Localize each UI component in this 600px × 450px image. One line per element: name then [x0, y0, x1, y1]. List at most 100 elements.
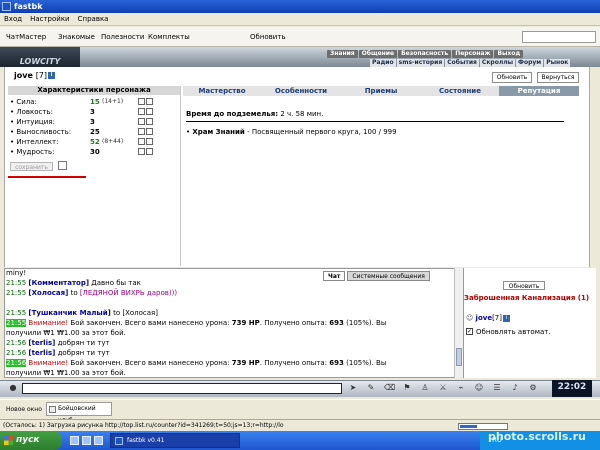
- divider: [186, 121, 564, 122]
- scroll-thumb[interactable]: [456, 348, 462, 366]
- chat-text: 739 HP: [231, 359, 260, 367]
- utilities-button[interactable]: Полезности: [101, 33, 144, 41]
- tab-mastery[interactable]: Мастерство: [183, 86, 261, 96]
- map-icon[interactable]: ⚑: [402, 383, 412, 393]
- smile-icon[interactable]: ☺: [474, 383, 484, 393]
- menu-settings[interactable]: Настройки: [26, 13, 74, 25]
- menu-login[interactable]: Вход: [0, 13, 26, 25]
- windows-logo-icon: [4, 436, 13, 445]
- chat-text: 693: [329, 359, 344, 367]
- tab-features[interactable]: Особенности: [261, 86, 341, 96]
- tab-techniques[interactable]: Приемы: [341, 86, 421, 96]
- nav-communication[interactable]: Общение: [358, 50, 398, 58]
- game-nav-top: Знания Общение Безопасность Персонаж Выход: [327, 49, 524, 58]
- progress-fill: [460, 425, 477, 428]
- tab-reputation[interactable]: Репутация: [499, 86, 579, 96]
- address-field[interactable]: [522, 31, 596, 43]
- stat-stepper[interactable]: [138, 108, 156, 115]
- stat-stepper[interactable]: [138, 148, 156, 155]
- game-logo: LOWCITY: [0, 47, 80, 67]
- walk-icon[interactable]: ♙: [420, 383, 430, 393]
- save-checkbox[interactable]: [58, 161, 67, 170]
- quicklaunch-icon[interactable]: [70, 436, 79, 445]
- nav-exit[interactable]: Выход: [494, 50, 524, 58]
- nav-character[interactable]: Персонаж: [452, 50, 494, 58]
- quest-line: • Храм Знаний - Посвященный первого круг…: [186, 128, 397, 136]
- chat-log: miny! 21:55 [Комментатор] Давно бы так 21:…: [6, 268, 454, 378]
- circle-icon[interactable]: ●: [8, 383, 18, 393]
- menu-help[interactable]: Справка: [74, 13, 113, 25]
- filter-icon[interactable]: ⌁: [456, 383, 466, 393]
- stat-stepper[interactable]: [138, 118, 156, 125]
- back-button[interactable]: Вернуться: [537, 72, 579, 83]
- info-icon[interactable]: i: [48, 72, 56, 79]
- nav-events[interactable]: События: [445, 59, 479, 67]
- location-title: Заброшенная Канализация (1): [464, 294, 590, 302]
- clear-icon[interactable]: ⌫: [384, 383, 395, 393]
- app-icon: [115, 437, 123, 445]
- nav-security[interactable]: Безопасность: [398, 50, 452, 58]
- tab-state[interactable]: Состояние: [421, 86, 499, 96]
- game-clock: 22:02: [552, 380, 592, 397]
- save-button[interactable]: сохранить: [10, 162, 53, 171]
- chat-user[interactable]: [Холосая]: [28, 289, 68, 297]
- tab-chat[interactable]: Чат: [323, 271, 346, 281]
- nav-knowledge[interactable]: Знания: [327, 50, 358, 58]
- chat-line: 21:56 [terlis] добрян ти тут: [6, 338, 110, 348]
- window-titlebar: fastbk: [0, 0, 600, 13]
- chat-text: Бой закончен. Всего вами нанесено урона:: [68, 319, 232, 327]
- nav-scrolls[interactable]: Скроллы: [479, 59, 516, 67]
- chat-input[interactable]: [22, 383, 342, 394]
- chat-text: (105%). Вы: [343, 359, 387, 367]
- chat-tabs: Чат Системные сообщения: [323, 271, 432, 281]
- chat-user[interactable]: [Тушканчик Малый]: [28, 309, 110, 317]
- sets-button[interactable]: Комплекты: [148, 33, 190, 41]
- taskbar-task[interactable]: fastbk v0.41: [110, 433, 240, 448]
- chat-scrollbar[interactable]: [454, 268, 463, 378]
- stat-stepper[interactable]: [138, 138, 156, 145]
- chat-text: Внимание!: [28, 359, 69, 367]
- start-button[interactable]: пуск: [0, 431, 62, 450]
- nav-sms[interactable]: sms-история: [396, 59, 445, 67]
- chat-user[interactable]: [terlis]: [28, 339, 55, 347]
- nav-radio[interactable]: Радио: [370, 59, 396, 67]
- chat-line: получили ₩1 ₩1.00 за этот бой.: [6, 328, 126, 338]
- stat-stepper[interactable]: [138, 128, 156, 135]
- chat-line: 21:55 [Тушканчик Малый] to [Холосая]: [6, 308, 158, 318]
- chat-line: 21:55 Внимание! Бой закончен. Всего вами…: [6, 318, 386, 328]
- settings-icon[interactable]: ⚙: [528, 383, 538, 393]
- info-icon[interactable]: i: [503, 314, 510, 322]
- new-window-button[interactable]: Новое окно: [6, 406, 42, 413]
- chat-user[interactable]: [terlis]: [28, 349, 55, 357]
- quicklaunch-icon[interactable]: [94, 436, 103, 445]
- auto-refresh-checkbox[interactable]: ✓: [466, 328, 473, 335]
- chatmaster-button[interactable]: ЧатМастер: [6, 33, 46, 41]
- chat-line: 21:56 Внимание! Бой закончен. Всего вами…: [6, 358, 386, 368]
- eraser-icon[interactable]: ✎: [366, 383, 376, 393]
- chat-time: 21:55: [6, 309, 27, 317]
- refresh-location-button[interactable]: Обновить: [503, 281, 545, 290]
- char-name[interactable]: jove: [14, 71, 33, 80]
- chat-text: добрян ти тут: [55, 349, 110, 357]
- tab-system-messages[interactable]: Системные сообщения: [347, 271, 430, 281]
- fight-icon[interactable]: ⚔: [438, 383, 448, 393]
- character-tabs: Мастерство Особенности Приемы Состояние …: [183, 86, 579, 96]
- refresh-char-button[interactable]: Обновить: [492, 72, 532, 83]
- app-icon: [2, 2, 11, 11]
- stat-wisdom: • Мудрость: 30: [10, 147, 160, 157]
- refresh-button[interactable]: Обновить: [250, 33, 286, 41]
- stat-stepper[interactable]: [138, 98, 156, 105]
- dungeon-timer: Время до подземелья: 2 ч. 58 мин.: [186, 110, 324, 118]
- chat-user[interactable]: [Комментатор]: [28, 279, 89, 287]
- friends-button[interactable]: Знакомые: [58, 33, 95, 41]
- chat-time: 21:55: [6, 319, 27, 327]
- quicklaunch-icon[interactable]: [82, 436, 91, 445]
- menu-icon[interactable]: ☰: [492, 383, 502, 393]
- user-name[interactable]: jove: [476, 314, 493, 322]
- nav-market[interactable]: Рынок: [544, 59, 571, 67]
- browser-tab[interactable]: Бойцовский клуб: [46, 402, 112, 424]
- nav-forum[interactable]: Форум: [516, 59, 544, 67]
- send-icon[interactable]: ➤: [348, 383, 358, 393]
- sound-icon[interactable]: ♪: [510, 383, 520, 393]
- chat-text: (105%). Вы: [343, 319, 387, 327]
